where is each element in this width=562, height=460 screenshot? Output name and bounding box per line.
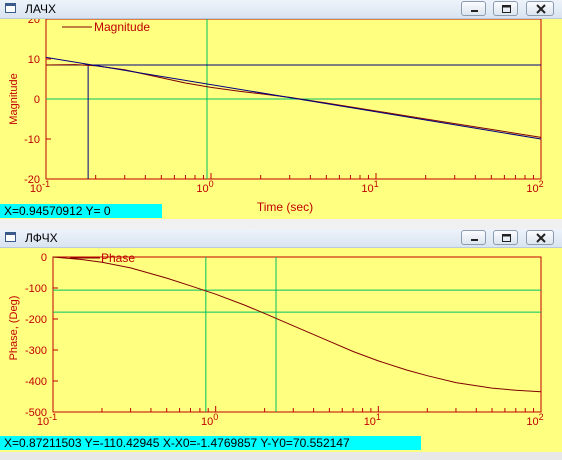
y-tick-label: -400 bbox=[25, 376, 47, 388]
window-icon bbox=[5, 232, 16, 242]
minimize-icon bbox=[471, 239, 478, 241]
legend-label: Magnitude bbox=[94, 20, 150, 34]
minimize-button[interactable] bbox=[461, 1, 486, 16]
cursor-readout: X=0.87211503 Y=-110.42945 X-X0=-1.476985… bbox=[0, 436, 421, 450]
y-tick-label: -10 bbox=[24, 134, 40, 146]
y-tick-label: 0 bbox=[34, 94, 40, 106]
title-bar[interactable]: ЛФЧХ bbox=[0, 229, 562, 248]
maximize-button[interactable] bbox=[493, 230, 518, 245]
close-icon bbox=[536, 4, 546, 14]
y-tick-label: -100 bbox=[25, 283, 47, 295]
minimize-button[interactable] bbox=[461, 230, 486, 245]
title-bar[interactable]: ЛАЧХ bbox=[0, 0, 562, 19]
x-tick-label: 100 bbox=[201, 412, 218, 428]
asymptote-line bbox=[45, 56, 542, 140]
y-tick-label: 0 bbox=[41, 252, 47, 264]
x-tick-label: 102 bbox=[526, 179, 543, 195]
x-tick-label: 101 bbox=[361, 179, 378, 195]
close-button[interactable] bbox=[526, 1, 554, 16]
magnitude-window: ЛАЧХ 20 10 0 -10 -20 10-1 100 101 102 Magnitude Ma… bbox=[0, 0, 562, 219]
phase-plot[interactable]: 0-100-200-300-400-50010-1 100 101 102PhaseP… bbox=[0, 248, 562, 452]
minimize-icon bbox=[471, 10, 478, 12]
x-tick-label: 101 bbox=[364, 412, 381, 428]
y-tick-label: -300 bbox=[25, 345, 47, 357]
window-title: ЛАЧХ bbox=[25, 2, 56, 16]
x-axis-label: Time (sec) bbox=[257, 200, 313, 214]
y-tick-label: -200 bbox=[25, 314, 47, 326]
close-icon bbox=[536, 233, 546, 243]
y-axis-label: Phase, (Deg) bbox=[8, 296, 20, 361]
window-icon bbox=[5, 3, 16, 13]
maximize-button[interactable] bbox=[493, 1, 518, 16]
window-title: ЛФЧХ bbox=[25, 231, 58, 245]
cursor-readout: X=0.94570912 Y= 0 bbox=[0, 204, 162, 218]
phase-curve bbox=[52, 256, 542, 393]
y-tick-label: 20 bbox=[28, 19, 40, 26]
phase-window: ЛФЧХ 0 -100 -200 -300 -400 -500 10-1 100 101 102 P… bbox=[0, 229, 562, 452]
x-tick-label: 100 bbox=[196, 179, 213, 195]
legend-label: Phase bbox=[101, 251, 135, 265]
y-tick-label: 10 bbox=[28, 54, 40, 66]
x-tick-label: 102 bbox=[526, 412, 543, 428]
maximize-icon bbox=[502, 5, 511, 13]
maximize-icon bbox=[502, 234, 511, 242]
y-axis-label: Magnitude bbox=[8, 73, 20, 124]
plot-frame bbox=[52, 256, 542, 413]
magnitude-plot[interactable]: 20100-10-2010-1 100 101 102MagnitudeMagnitu… bbox=[0, 19, 562, 219]
desktop-strip bbox=[0, 452, 562, 460]
close-button[interactable] bbox=[526, 230, 554, 245]
